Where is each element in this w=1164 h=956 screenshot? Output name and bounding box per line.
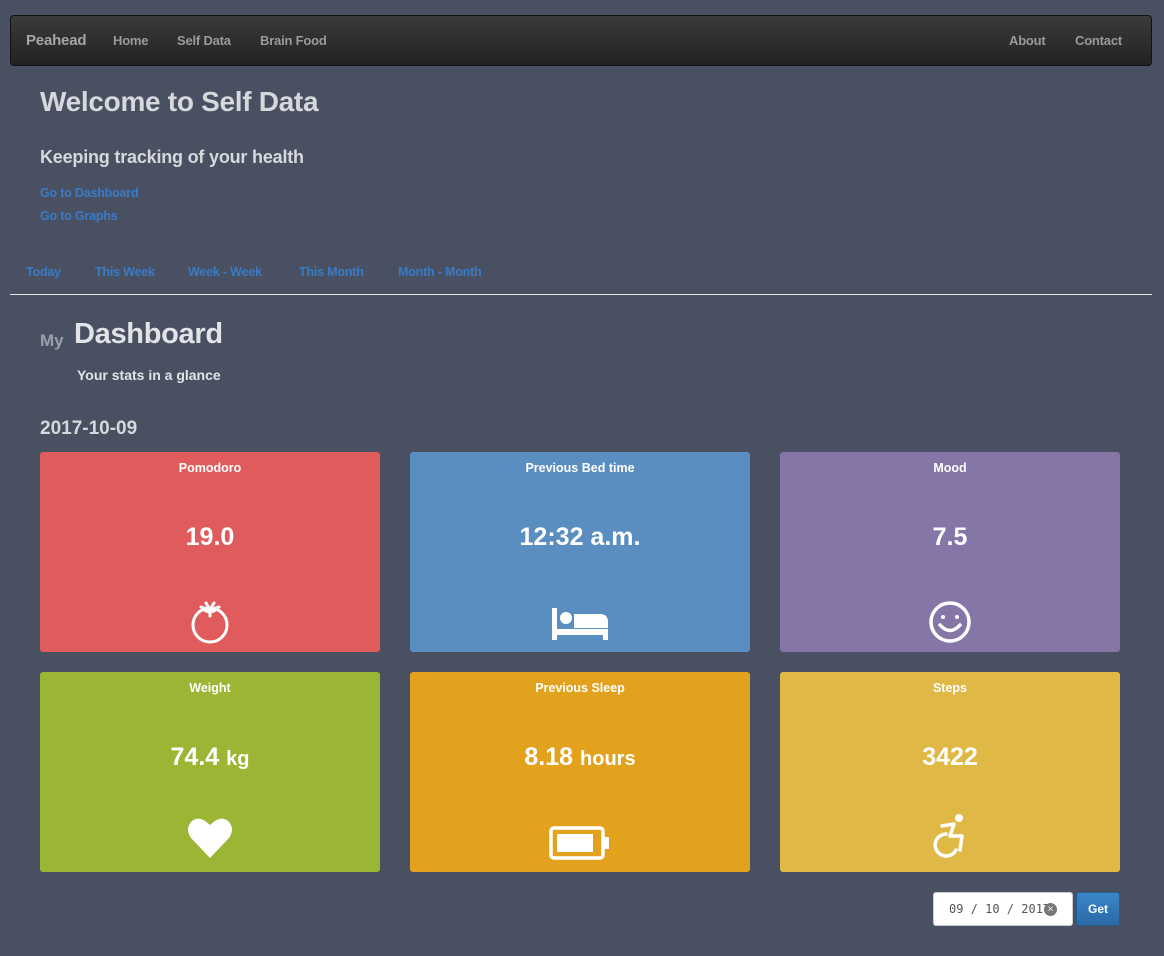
card-value-number: 12:32 a.m. — [519, 523, 641, 551]
card-value-number: 8.18 — [524, 743, 574, 771]
card-value: 3422 — [780, 743, 1120, 772]
card-bed-time: Previous Bed time 12:32 a.m. — [410, 452, 750, 652]
bed-icon — [550, 598, 610, 646]
tab-this-month[interactable]: This Month — [299, 265, 364, 279]
card-value: 12:32 a.m. — [410, 523, 750, 552]
card-value: 8.18 hours — [410, 743, 750, 772]
card-sleep: Previous Sleep 8.18 hours — [410, 672, 750, 872]
dashboard-prefix: My — [40, 331, 64, 350]
top-navbar: Peahead Home Self Data Brain Food About … — [10, 15, 1152, 66]
clear-icon[interactable]: × — [1044, 903, 1057, 916]
card-title: Weight — [189, 681, 231, 695]
date-input[interactable]: 09 / 10 / 2017 × — [933, 892, 1073, 926]
nav-item-contact[interactable]: Contact — [1075, 33, 1122, 48]
page-subtitle: Keeping tracking of your health — [40, 147, 304, 167]
nav-item-self-data[interactable]: Self Data — [177, 33, 231, 48]
tab-week-week[interactable]: Week - Week — [188, 265, 262, 279]
brand-link[interactable]: Peahead — [26, 32, 87, 49]
tab-today[interactable]: Today — [26, 265, 61, 279]
battery-icon — [548, 818, 612, 866]
tomato-icon — [186, 598, 234, 646]
heart-icon — [186, 814, 234, 862]
dashboard-title: Dashboard — [74, 318, 223, 350]
graphs-link[interactable]: Go to Graphs — [40, 209, 118, 223]
get-button[interactable]: Get — [1076, 892, 1120, 926]
card-value-number: 3422 — [922, 743, 978, 771]
card-title: Previous Bed time — [525, 461, 635, 475]
dashboard-link[interactable]: Go to Dashboard — [40, 186, 139, 200]
tabs-divider — [10, 294, 1152, 295]
card-unit: kg — [226, 748, 250, 770]
nav-item-home[interactable]: Home — [113, 33, 149, 48]
card-value: 19.0 — [40, 523, 380, 552]
nav-item-about[interactable]: About — [1009, 33, 1046, 48]
date-input-value: 09 / 10 / 2017 — [949, 902, 1051, 916]
page-title: Welcome to Self Data — [40, 86, 319, 117]
card-value: 74.4 kg — [40, 743, 380, 772]
card-unit: hours — [580, 748, 636, 770]
card-title: Previous Sleep — [535, 681, 625, 695]
card-mood: Mood 7.5 — [780, 452, 1120, 652]
nav-item-brain-food[interactable]: Brain Food — [260, 33, 327, 48]
card-weight: Weight 74.4 kg — [40, 672, 380, 872]
card-value: 7.5 — [780, 523, 1120, 552]
card-value-number: 74.4 — [170, 743, 220, 771]
card-title: Pomodoro — [178, 461, 242, 475]
card-value-number: 7.5 — [932, 523, 968, 551]
wheelchair-icon — [926, 812, 974, 860]
tab-month-month[interactable]: Month - Month — [398, 265, 482, 279]
card-steps: Steps 3422 — [780, 672, 1120, 872]
card-title: Steps — [932, 681, 968, 695]
tab-this-week[interactable]: This Week — [95, 265, 155, 279]
smile-icon — [926, 598, 974, 646]
card-title: Mood — [933, 461, 967, 475]
dashboard-date: 2017-10-09 — [40, 418, 138, 439]
card-value-number: 19.0 — [185, 523, 235, 551]
card-pomodoro: Pomodoro 19.0 — [40, 452, 380, 652]
dashboard-subtitle: Your stats in a glance — [77, 367, 221, 383]
